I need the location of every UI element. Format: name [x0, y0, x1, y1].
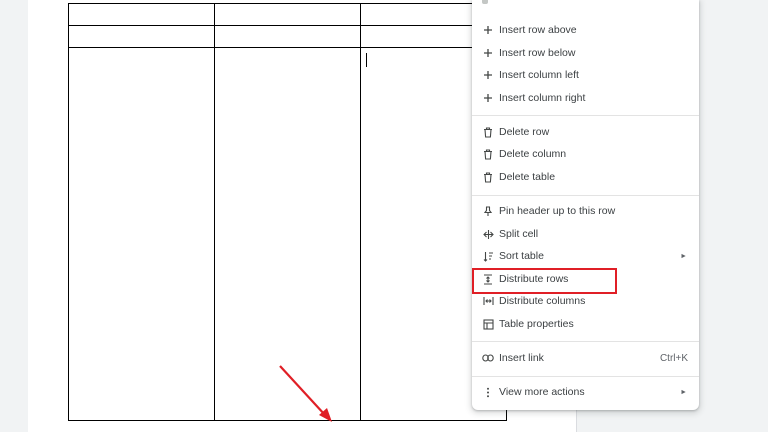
menu-item-label: Insert row below [499, 47, 576, 59]
menu-item-label: View more actions [499, 386, 585, 398]
trash-icon [481, 147, 495, 161]
menu-item-label: Insert link [499, 352, 544, 364]
menu-item-insert-column-left[interactable]: Insert column left [472, 64, 699, 86]
pin-icon [481, 204, 495, 218]
trash-icon [481, 170, 495, 184]
table-cell[interactable] [68, 25, 215, 48]
plus-icon [481, 23, 495, 37]
plus-icon [481, 46, 495, 60]
menu-item-label: Delete table [499, 171, 556, 183]
plus-icon [481, 68, 495, 82]
menu-item-label: Delete row [499, 126, 550, 138]
menu-divider [472, 115, 699, 116]
document-table [68, 3, 507, 421]
table-cell[interactable] [68, 3, 215, 26]
menu-divider [472, 195, 699, 196]
menu-item-label: Distribute columns [499, 295, 586, 307]
table-cell[interactable] [68, 47, 215, 421]
text-cursor [366, 53, 367, 67]
table-cell[interactable] [214, 3, 361, 26]
annotation-highlight-box [472, 268, 617, 294]
menu-item-label: Insert row above [499, 24, 577, 36]
plus-icon [481, 91, 495, 105]
menu-item-delete-table[interactable]: Delete table [472, 166, 699, 188]
menu-item-label: Insert column right [499, 92, 586, 104]
table-cell[interactable] [214, 25, 361, 48]
split-cell-icon [481, 227, 495, 241]
menu-item-label: Sort table [499, 250, 544, 262]
sort-icon [481, 249, 495, 263]
table-row [68, 3, 507, 26]
menu-item-label: Pin header up to this row [499, 205, 616, 217]
trash-icon [481, 125, 495, 139]
menu-item-label: Insert column left [499, 69, 579, 81]
menu-item-insert-link[interactable]: Insert link Ctrl+K [472, 347, 699, 369]
distribute-columns-icon [481, 294, 495, 308]
menu-item-delete-row[interactable]: Delete row [472, 121, 699, 143]
more-vert-icon [481, 385, 495, 399]
menu-item-view-more-actions[interactable]: View more actions ► [472, 381, 699, 403]
link-icon [481, 351, 495, 365]
menu-item-label: Table properties [499, 318, 574, 330]
menu-item-insert-column-right[interactable]: Insert column right [472, 87, 699, 109]
menu-item-sort-table[interactable]: Sort table ► [472, 245, 699, 267]
table-context-menu: Insert row above Insert row below Insert… [472, 0, 699, 410]
submenu-arrow-icon: ► [680, 252, 687, 260]
menu-divider [472, 341, 699, 342]
menu-item-table-properties[interactable]: Table properties [472, 313, 699, 335]
table-row [68, 25, 507, 48]
menu-divider [472, 376, 699, 377]
menu-item-insert-row-above[interactable]: Insert row above [472, 19, 699, 41]
annotation-arrow-icon [279, 365, 332, 422]
menu-item-label: Split cell [499, 228, 539, 240]
keyboard-shortcut: Ctrl+K [659, 352, 688, 364]
submenu-arrow-icon: ► [680, 388, 687, 396]
menu-cut-off-item [482, 0, 488, 4]
menu-item-label: Delete column [499, 148, 567, 160]
table-icon [481, 317, 495, 331]
menu-item-delete-column[interactable]: Delete column [472, 143, 699, 165]
menu-item-split-cell[interactable]: Split cell [472, 223, 699, 245]
menu-item-pin-header[interactable]: Pin header up to this row [472, 200, 699, 222]
menu-item-insert-row-below[interactable]: Insert row below [472, 42, 699, 64]
